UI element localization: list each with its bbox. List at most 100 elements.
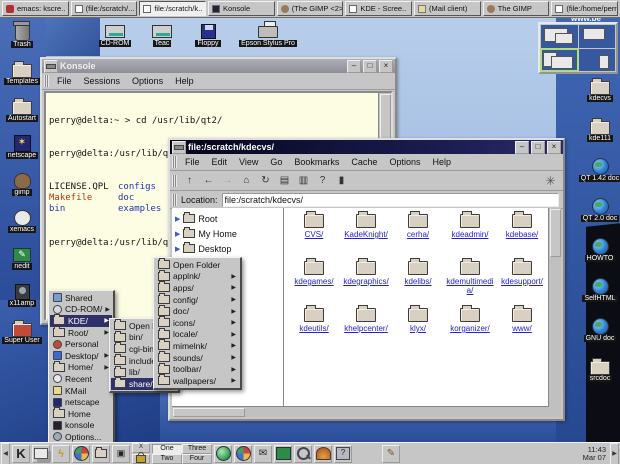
drag-handle[interactable] bbox=[172, 156, 177, 168]
reload-icon[interactable]: ↻ bbox=[257, 173, 274, 188]
menu-item-home2[interactable]: Home bbox=[50, 408, 112, 420]
menu-options[interactable]: Options bbox=[126, 76, 169, 86]
k-menu-button[interactable]: K bbox=[12, 445, 30, 463]
menu-help[interactable]: Help bbox=[426, 157, 457, 167]
menu-help[interactable]: Help bbox=[169, 76, 200, 86]
menu-item-applnk[interactable]: applnk/▶ bbox=[155, 271, 239, 283]
folder-item[interactable]: cerha/ bbox=[392, 214, 444, 261]
scrollbar-thumb[interactable] bbox=[550, 209, 561, 257]
scrollbar-thumb[interactable] bbox=[173, 408, 245, 417]
tree-item-myhome[interactable]: ▶My Home bbox=[172, 226, 283, 241]
scrollbar-thumb[interactable] bbox=[380, 94, 391, 142]
panel-app-konqueror[interactable] bbox=[314, 445, 332, 463]
folder-item[interactable]: klyx/ bbox=[392, 308, 444, 355]
menu-item-personal[interactable]: Personal bbox=[50, 338, 112, 350]
tree-item-root[interactable]: ▶Root bbox=[172, 211, 283, 226]
forward-icon[interactable]: → bbox=[219, 173, 236, 188]
pager-desktop-1[interactable] bbox=[541, 25, 578, 48]
menu-item-wallpapers[interactable]: wallpapers/▶ bbox=[155, 375, 239, 387]
menu-item-icons[interactable]: icons/▶ bbox=[155, 317, 239, 329]
drag-handle[interactable] bbox=[172, 175, 177, 187]
menu-go[interactable]: Go bbox=[264, 157, 288, 167]
pager-button-three[interactable]: Three bbox=[182, 444, 212, 454]
panel-app-kdisknav[interactable] bbox=[72, 445, 90, 463]
panel-hide-left-arrow[interactable]: ◀ bbox=[1, 443, 10, 464]
menu-item-kmail[interactable]: KMail bbox=[50, 385, 112, 397]
pager-desktop-2[interactable] bbox=[541, 49, 578, 72]
menu-item-options[interactable]: Options... bbox=[50, 431, 112, 443]
desktop-icon-trash[interactable]: Trash bbox=[0, 24, 44, 48]
panel-app-home[interactable] bbox=[92, 445, 110, 463]
desktop-icon-nedit[interactable]: ✎nedit bbox=[0, 246, 44, 270]
folder-item[interactable]: kdelibs/ bbox=[392, 261, 444, 308]
maximize-button[interactable]: □ bbox=[531, 141, 545, 154]
konsole-titlebar[interactable]: Konsole – □ × bbox=[42, 59, 395, 73]
menu-file[interactable]: File bbox=[179, 157, 206, 167]
menu-item-toolbar[interactable]: toolbar/▶ bbox=[155, 363, 239, 375]
panel-app-kfind[interactable] bbox=[294, 445, 312, 463]
pager-button-four[interactable]: Four bbox=[182, 454, 212, 464]
menu-sessions[interactable]: Sessions bbox=[78, 76, 127, 86]
pager-window[interactable] bbox=[538, 22, 618, 74]
folder-item[interactable]: kdeadmin/ bbox=[444, 214, 496, 261]
fm-scrollbar[interactable] bbox=[548, 208, 561, 417]
desktop-icon-printer[interactable]: Epson Stylus Pro bbox=[238, 23, 298, 47]
minimize-button[interactable]: – bbox=[515, 141, 529, 154]
expand-arrow-icon[interactable]: ▶ bbox=[175, 215, 180, 223]
desktop-icon-selfhtml[interactable]: SelfHTML bbox=[578, 278, 620, 302]
desktop-icon-kdecvs[interactable]: kdecvs bbox=[578, 78, 620, 102]
desktop-icon-qt20doc[interactable]: QT 2.0 doc bbox=[578, 198, 620, 222]
task-button-gimp2[interactable]: (The GIMP <2>) bbox=[277, 1, 344, 16]
menu-item-cdrom[interactable]: CD-ROM/▶ bbox=[50, 304, 112, 316]
folder-item[interactable]: CVS/ bbox=[288, 214, 340, 261]
task-button-kfm-home[interactable]: (file:/home/perr.. bbox=[551, 1, 618, 16]
paste-icon[interactable]: ▥ bbox=[295, 173, 312, 188]
task-button-konsole[interactable]: Konsole bbox=[208, 1, 275, 16]
panel-app-package-help[interactable]: ? bbox=[334, 445, 352, 463]
location-input[interactable] bbox=[222, 193, 559, 207]
home-icon[interactable]: ⌂ bbox=[238, 173, 255, 188]
menu-item-desktop[interactable]: Desktop/▶ bbox=[50, 350, 112, 362]
lock-button[interactable] bbox=[132, 454, 150, 464]
folder-item[interactable]: kdegraphics/ bbox=[340, 261, 392, 308]
menu-item-konsole[interactable]: konsole bbox=[50, 420, 112, 432]
close-button[interactable]: × bbox=[547, 141, 561, 154]
panel-hide-right-arrow[interactable]: ▶ bbox=[610, 443, 619, 464]
menu-item-home[interactable]: Home/▶ bbox=[50, 362, 112, 374]
panel-app-kmail[interactable]: ✉ bbox=[254, 445, 272, 463]
tree-item-desktop[interactable]: ▶Desktop bbox=[172, 241, 283, 256]
menu-bookmarks[interactable]: Bookmarks bbox=[288, 157, 345, 167]
menu-item-locale[interactable]: locale/▶ bbox=[155, 329, 239, 341]
desktop-icon-gimp[interactable]: gimp bbox=[0, 172, 44, 196]
task-button-kfm-2[interactable]: file:/scratch/k.. bbox=[139, 1, 206, 16]
panel-app-kscreensaver[interactable]: ϟ bbox=[52, 445, 70, 463]
menu-item-netscape[interactable]: netscape bbox=[50, 396, 112, 408]
window-menu-icon[interactable] bbox=[44, 60, 58, 73]
panel-app-kfm[interactable] bbox=[214, 445, 232, 463]
maximize-button[interactable]: □ bbox=[363, 60, 377, 73]
pager-button-two[interactable]: Two bbox=[152, 454, 182, 464]
fm-titlebar[interactable]: file:/scratch/kdecvs/ – □ × bbox=[170, 140, 563, 154]
folder-item[interactable]: kdemultimedia/ bbox=[444, 261, 496, 308]
menu-file[interactable]: File bbox=[51, 76, 78, 86]
desktop-icon-floppy[interactable]: Floppy bbox=[186, 23, 230, 47]
desktop-icon-templates[interactable]: Templates bbox=[0, 61, 44, 85]
task-button-kfm-1[interactable]: (file:/scratch/... bbox=[71, 1, 138, 16]
drag-handle[interactable] bbox=[44, 75, 49, 87]
folder-item[interactable]: KadeKnight/ bbox=[340, 214, 392, 261]
desktop-icon-autostart[interactable]: Autostart bbox=[0, 98, 44, 122]
fm-horizontal-scrollbar[interactable] bbox=[172, 406, 549, 417]
close-button[interactable]: × bbox=[379, 60, 393, 73]
menu-item-apps[interactable]: apps/▶ bbox=[155, 282, 239, 294]
help-icon[interactable]: ? bbox=[314, 173, 331, 188]
expand-arrow-icon[interactable]: ▶ bbox=[175, 230, 180, 238]
pager-desktop-4[interactable] bbox=[579, 49, 616, 72]
desktop-icon-teac[interactable]: Teac bbox=[140, 23, 184, 47]
folder-item[interactable]: kdegames/ bbox=[288, 261, 340, 308]
menu-view[interactable]: View bbox=[233, 157, 264, 167]
task-button-mail[interactable]: (Mail client) bbox=[414, 1, 481, 16]
folder-item[interactable]: khelpcenter/ bbox=[340, 308, 392, 355]
minimize-button[interactable]: – bbox=[347, 60, 361, 73]
menu-edit[interactable]: Edit bbox=[206, 157, 234, 167]
menu-item-sounds[interactable]: sounds/▶ bbox=[155, 352, 239, 364]
